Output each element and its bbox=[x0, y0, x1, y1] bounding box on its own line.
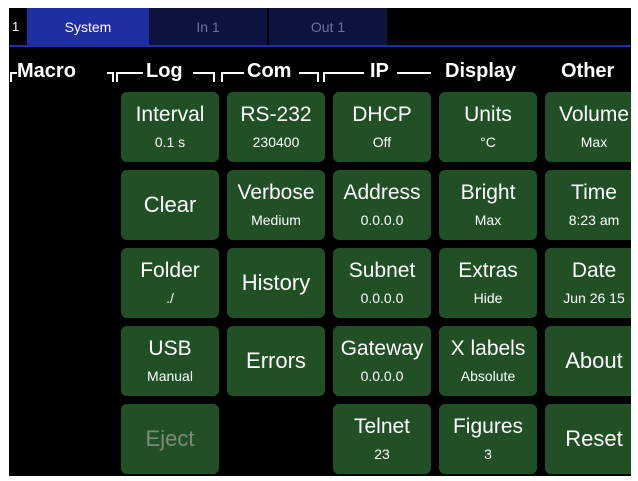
subnet-button[interactable]: Subnet 0.0.0.0 bbox=[333, 248, 431, 318]
errors-label: Errors bbox=[246, 348, 306, 373]
tab-in-1[interactable]: In 1 bbox=[149, 8, 267, 45]
telnet-label: Telnet bbox=[353, 415, 411, 438]
extras-value: Hide bbox=[473, 290, 503, 306]
bright-label: Bright bbox=[460, 181, 516, 204]
header-com: Com bbox=[247, 60, 292, 82]
time-value: 8:23 am bbox=[568, 212, 620, 228]
figures-button[interactable]: Figures 3 bbox=[439, 404, 537, 474]
verbose-label: Verbose bbox=[237, 181, 315, 204]
tab-bar: 1 System In 1 Out 1 bbox=[9, 8, 631, 47]
subnet-value: 0.0.0.0 bbox=[360, 290, 404, 306]
clear-label: Clear bbox=[143, 192, 197, 217]
units-value: °C bbox=[480, 134, 496, 150]
header-display: Display bbox=[445, 60, 517, 82]
bright-button[interactable]: Bright Max bbox=[439, 170, 537, 240]
folder-label: Folder bbox=[140, 259, 200, 282]
extras-label: Extras bbox=[458, 259, 518, 282]
ip-line-left bbox=[328, 72, 364, 74]
volume-label: Volume bbox=[558, 103, 630, 126]
rs232-value: 230400 bbox=[252, 134, 300, 150]
time-label: Time bbox=[571, 181, 617, 204]
date-button[interactable]: Date Jun 26 15 bbox=[545, 248, 631, 318]
about-label: About bbox=[565, 348, 623, 373]
telnet-button[interactable]: Telnet 23 bbox=[333, 404, 431, 474]
volume-value: Max bbox=[580, 134, 608, 150]
telnet-value: 23 bbox=[374, 446, 390, 462]
folder-button[interactable]: Folder ./ bbox=[121, 248, 219, 318]
eject-label: Eject bbox=[145, 426, 195, 451]
volume-button[interactable]: Volume Max bbox=[545, 92, 631, 162]
rs232-label: RS-232 bbox=[240, 103, 312, 126]
units-label: Units bbox=[464, 103, 512, 126]
usb-value: Manual bbox=[147, 368, 193, 384]
macro-bracket-left bbox=[10, 72, 17, 82]
history-label: History bbox=[241, 270, 311, 295]
header-ip: IP bbox=[370, 60, 389, 82]
macro-bracket-right bbox=[107, 72, 114, 82]
screen-number: 1 bbox=[12, 19, 20, 34]
x-labels-value: Absolute bbox=[460, 368, 516, 384]
usb-button[interactable]: USB Manual bbox=[121, 326, 219, 396]
reset-button[interactable]: Reset bbox=[545, 404, 631, 474]
dhcp-value: Off bbox=[372, 134, 392, 150]
about-button[interactable]: About bbox=[545, 326, 631, 396]
com-line-left bbox=[226, 72, 244, 74]
gateway-label: Gateway bbox=[340, 337, 424, 360]
header-log: Log bbox=[146, 60, 183, 82]
tab-out-1[interactable]: Out 1 bbox=[269, 8, 387, 45]
interval-button[interactable]: Interval 0.1 s bbox=[121, 92, 219, 162]
dhcp-label: DHCP bbox=[352, 103, 412, 126]
date-label: Date bbox=[571, 259, 617, 282]
extras-button[interactable]: Extras Hide bbox=[439, 248, 537, 318]
header-macro: Macro bbox=[17, 60, 76, 82]
ip-line-right bbox=[397, 72, 431, 74]
verbose-button[interactable]: Verbose Medium bbox=[227, 170, 325, 240]
device-screen: 1 System In 1 Out 1 Macro Log Com IP Dis… bbox=[9, 8, 631, 476]
com-bracket-right bbox=[312, 72, 319, 82]
address-label: Address bbox=[343, 181, 421, 204]
tab-bar-underline bbox=[9, 45, 631, 47]
subnet-label: Subnet bbox=[348, 259, 416, 282]
clear-button[interactable]: Clear bbox=[121, 170, 219, 240]
gateway-value: 0.0.0.0 bbox=[360, 368, 404, 384]
dhcp-button[interactable]: DHCP Off bbox=[333, 92, 431, 162]
x-labels-label: X labels bbox=[450, 337, 526, 360]
date-value: Jun 26 15 bbox=[563, 290, 625, 306]
log-bracket-right bbox=[208, 72, 215, 82]
time-button[interactable]: Time 8:23 am bbox=[545, 170, 631, 240]
log-line-left bbox=[121, 72, 143, 74]
header-other: Other bbox=[561, 60, 615, 82]
reset-label: Reset bbox=[565, 426, 623, 451]
eject-button[interactable]: Eject bbox=[121, 404, 219, 474]
x-labels-button[interactable]: X labels Absolute bbox=[439, 326, 537, 396]
address-button[interactable]: Address 0.0.0.0 bbox=[333, 170, 431, 240]
figures-label: Figures bbox=[452, 415, 524, 438]
interval-label: Interval bbox=[135, 103, 205, 126]
errors-button[interactable]: Errors bbox=[227, 326, 325, 396]
interval-value: 0.1 s bbox=[154, 134, 186, 150]
usb-label: USB bbox=[148, 337, 192, 360]
verbose-value: Medium bbox=[251, 212, 301, 228]
bright-value: Max bbox=[474, 212, 502, 228]
folder-value: ./ bbox=[166, 290, 174, 306]
units-button[interactable]: Units °C bbox=[439, 92, 537, 162]
figures-value: 3 bbox=[484, 446, 492, 462]
history-button[interactable]: History bbox=[227, 248, 325, 318]
gateway-button[interactable]: Gateway 0.0.0.0 bbox=[333, 326, 431, 396]
tab-system[interactable]: System bbox=[27, 8, 149, 45]
address-value: 0.0.0.0 bbox=[360, 212, 404, 228]
rs232-button[interactable]: RS-232 230400 bbox=[227, 92, 325, 162]
